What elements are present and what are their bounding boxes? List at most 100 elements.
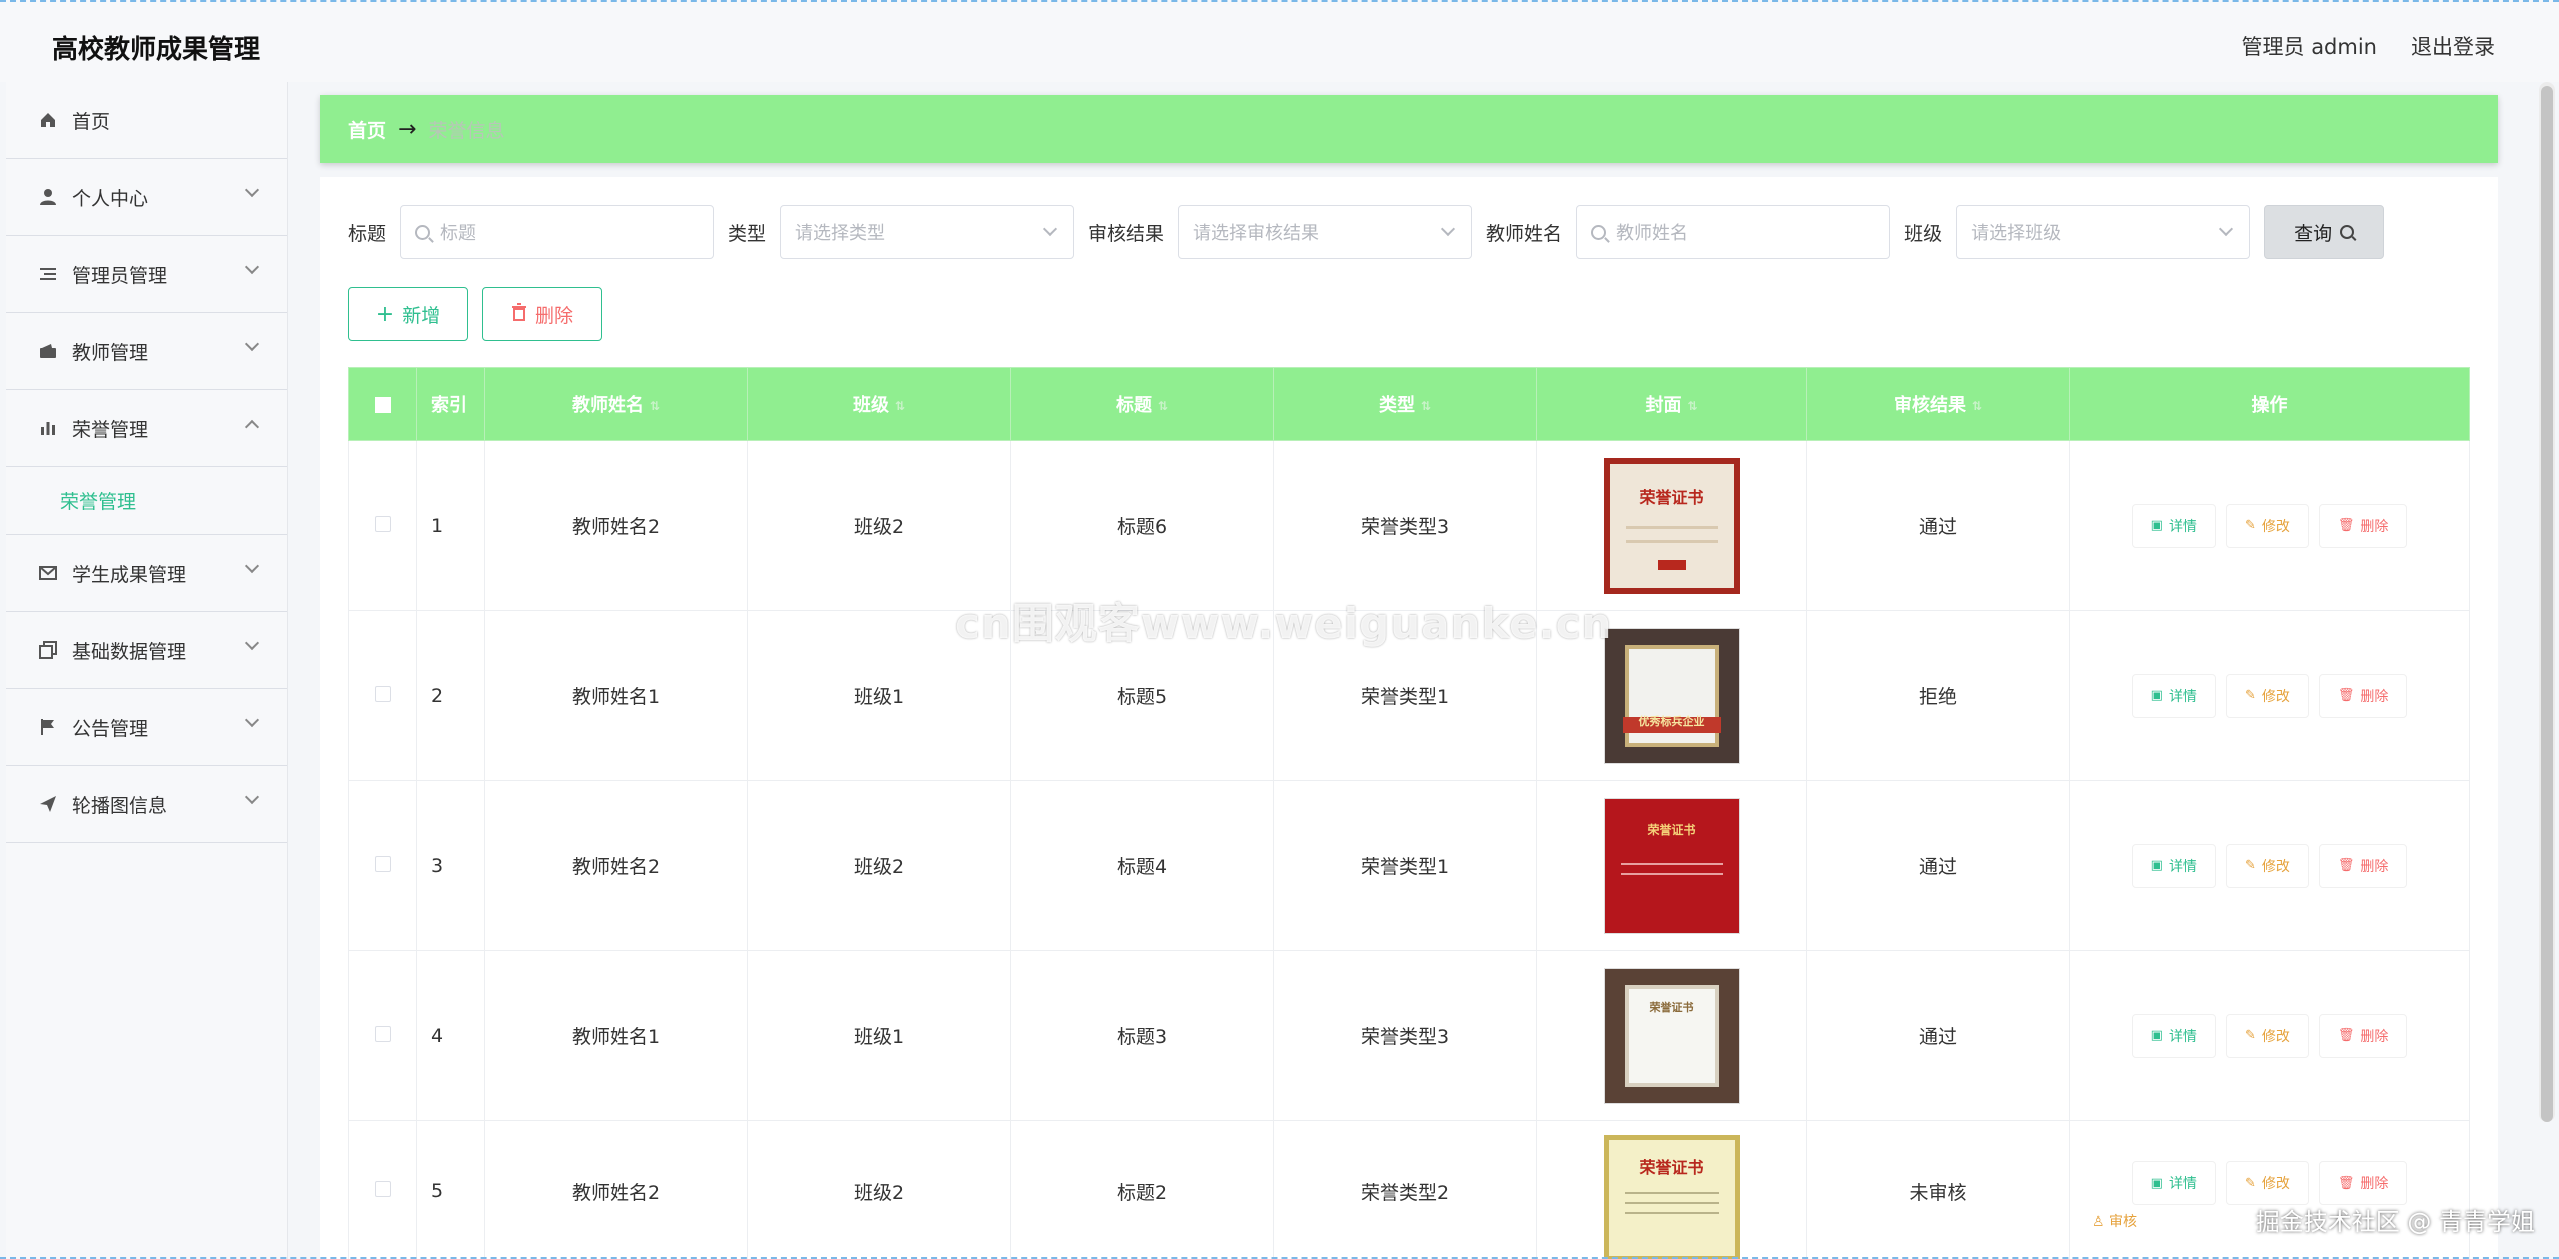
watermark: cn围观客www.weiguanke.cn bbox=[955, 599, 1613, 648]
sidebar: 首页 个人中心 管理员管理 教师管理 荣誉管理 荣誉管理 学生成果管理 基础数据… bbox=[6, 82, 288, 1259]
action-bar: + 新增 删除 bbox=[348, 287, 602, 341]
edit-button[interactable]: ✎ 修改 bbox=[2225, 673, 2309, 718]
col-type[interactable]: 类型 ⇅ bbox=[1273, 367, 1537, 441]
sort-icon: ⇅ bbox=[1971, 399, 1983, 413]
teacher-search-input[interactable]: 教师姓名 bbox=[1576, 205, 1891, 259]
row-checkbox[interactable] bbox=[348, 780, 417, 951]
sidebar-item-label: 个人中心 bbox=[72, 187, 149, 210]
plus-icon: + bbox=[375, 301, 395, 327]
detail-button[interactable]: ▣ 详情 bbox=[2131, 1161, 2216, 1205]
sidebar-item-personal[interactable]: 个人中心 bbox=[6, 159, 287, 236]
cell-teacher: 教师姓名1 bbox=[484, 610, 748, 781]
sidebar-item-home[interactable]: 首页 bbox=[6, 82, 287, 159]
detail-button[interactable]: ▣ 详情 bbox=[2131, 1013, 2216, 1058]
delete-button[interactable]: 🗑 删除 bbox=[2318, 503, 2408, 548]
sidebar-item-carousel[interactable]: 轮播图信息 bbox=[6, 766, 287, 843]
sidebar-item-honors[interactable]: 荣誉管理 bbox=[6, 390, 287, 467]
cell-ops: ▣ 详情 ✎ 修改 🗑 删除 bbox=[2069, 780, 2470, 951]
detail-button[interactable]: ▣ 详情 bbox=[2131, 673, 2216, 718]
delete-button[interactable]: 🗑 删除 bbox=[2318, 1161, 2408, 1205]
row-checkbox[interactable] bbox=[348, 440, 417, 611]
edit-button[interactable]: ✎ 修改 bbox=[2225, 1161, 2309, 1205]
cell-class: 班级2 bbox=[747, 440, 1011, 611]
row-checkbox[interactable] bbox=[348, 1120, 417, 1259]
edit-icon: ✎ bbox=[2244, 1028, 2256, 1043]
detail-button[interactable]: ▣ 详情 bbox=[2131, 843, 2216, 888]
title-search-input[interactable]: 标题 bbox=[400, 205, 715, 259]
col-teacher[interactable]: 教师姓名 ⇅ bbox=[484, 367, 748, 441]
col-audit[interactable]: 审核结果 ⇅ bbox=[1806, 367, 2070, 441]
sidebar-item-label: 教师管理 bbox=[72, 341, 149, 364]
cover-text: 荣誉证书 bbox=[1647, 822, 1696, 837]
mail-icon bbox=[38, 563, 58, 583]
add-button[interactable]: + 新增 bbox=[348, 287, 468, 341]
cover-text: 优秀标兵企业 bbox=[1638, 714, 1705, 728]
batch-delete-button[interactable]: 删除 bbox=[482, 287, 602, 341]
breadcrumb-home[interactable]: 首页 bbox=[348, 116, 386, 143]
chevron-down-icon bbox=[244, 712, 260, 728]
edit-icon: ✎ bbox=[2244, 1175, 2256, 1191]
sidebar-item-base-data[interactable]: 基础数据管理 bbox=[6, 612, 287, 689]
type-select[interactable]: 请选择类型 bbox=[780, 205, 1075, 259]
delete-button[interactable]: 🗑 删除 bbox=[2318, 843, 2408, 888]
cover-image[interactable]: 荣誉证书 bbox=[1603, 1135, 1740, 1259]
edit-button[interactable]: ✎ 修改 bbox=[2225, 843, 2309, 888]
delete-button[interactable]: 🗑 删除 bbox=[2318, 1013, 2408, 1058]
search-icon bbox=[1591, 224, 1607, 240]
scrollbar[interactable] bbox=[2539, 82, 2555, 1122]
sort-icon: ⇅ bbox=[649, 399, 661, 413]
cover-text: 荣誉证书 bbox=[1649, 1000, 1694, 1014]
audit-icon: ♙ bbox=[2092, 1214, 2110, 1230]
chevron-down-icon bbox=[244, 336, 260, 352]
sidebar-subitem-honor-manage[interactable]: 荣誉管理 bbox=[6, 467, 287, 535]
sidebar-item-admins[interactable]: 管理员管理 bbox=[6, 236, 287, 313]
class-select[interactable]: 请选择班级 bbox=[1956, 205, 2251, 259]
list-icon bbox=[38, 264, 58, 284]
query-button[interactable]: 查询 bbox=[2264, 205, 2385, 259]
audit-label: 审核结果 bbox=[1088, 222, 1165, 245]
col-cover[interactable]: 封面 ⇅ bbox=[1536, 367, 1807, 441]
copy-icon bbox=[38, 640, 58, 660]
cell-cover[interactable]: 荣誉证书 bbox=[1536, 1120, 1807, 1259]
trash-icon: 🗑 bbox=[2337, 518, 2355, 533]
row-checkbox[interactable] bbox=[348, 950, 417, 1121]
cell-cover[interactable]: 荣誉证书 bbox=[1536, 780, 1807, 951]
cell-title: 标题3 bbox=[1010, 950, 1274, 1121]
sidebar-item-notices[interactable]: 公告管理 bbox=[6, 689, 287, 766]
edit-button[interactable]: ✎ 修改 bbox=[2225, 503, 2309, 548]
cell-index: 2 bbox=[416, 610, 485, 781]
bar-chart-icon bbox=[38, 418, 58, 438]
logout-button[interactable]: 退出登录 bbox=[2411, 31, 2495, 61]
user-label[interactable]: 管理员 admin bbox=[2242, 31, 2377, 61]
sidebar-item-teachers[interactable]: 教师管理 bbox=[6, 313, 287, 390]
select-all-checkbox[interactable] bbox=[348, 367, 417, 441]
sidebar-item-label: 荣誉管理 bbox=[72, 418, 149, 441]
row-checkbox[interactable] bbox=[348, 610, 417, 781]
cover-image[interactable]: 荣誉证书 bbox=[1603, 457, 1740, 594]
scroll-thumb[interactable] bbox=[2541, 86, 2553, 1122]
chevron-down-icon bbox=[244, 182, 260, 198]
cell-ops: ▣ 详情 ✎ 修改 🗑 删除 bbox=[2069, 950, 2470, 1121]
sidebar-item-label: 基础数据管理 bbox=[72, 640, 187, 663]
corner-watermark: 掘金技术社区 @ 青青学姐 bbox=[2255, 1208, 2535, 1236]
cover-image[interactable]: 荣誉证书 bbox=[1603, 967, 1740, 1104]
cell-title: 标题4 bbox=[1010, 780, 1274, 951]
detail-button[interactable]: ▣ 详情 bbox=[2131, 503, 2216, 548]
table-row: 3 教师姓名2 班级2 标题4 荣誉类型1 荣誉证书 通过 ▣ 详情 ✎ 修改 … bbox=[348, 780, 2470, 951]
cell-type: 荣誉类型3 bbox=[1273, 950, 1537, 1121]
teacher-placeholder: 教师姓名 bbox=[1616, 223, 1689, 244]
sort-icon: ⇅ bbox=[1157, 399, 1169, 413]
cover-image[interactable]: 优秀标兵企业 bbox=[1603, 627, 1740, 764]
col-class[interactable]: 班级 ⇅ bbox=[747, 367, 1011, 441]
delete-button[interactable]: 🗑 删除 bbox=[2318, 673, 2408, 718]
sidebar-item-student-results[interactable]: 学生成果管理 bbox=[6, 535, 287, 612]
table-row: 1 教师姓名2 班级2 标题6 荣誉类型3 荣誉证书 通过 ▣ 详情 ✎ 修改 … bbox=[348, 440, 2470, 611]
cell-cover[interactable]: 荣誉证书 bbox=[1536, 950, 1807, 1121]
edit-button[interactable]: ✎ 修改 bbox=[2225, 1013, 2309, 1058]
cell-class: 班级2 bbox=[747, 1120, 1011, 1259]
app-title: 高校教师成果管理 bbox=[52, 35, 261, 65]
col-title[interactable]: 标题 ⇅ bbox=[1010, 367, 1274, 441]
cover-image[interactable]: 荣誉证书 bbox=[1603, 797, 1740, 934]
cell-cover[interactable]: 荣誉证书 bbox=[1536, 440, 1807, 611]
audit-select[interactable]: 请选择审核结果 bbox=[1178, 205, 1473, 259]
